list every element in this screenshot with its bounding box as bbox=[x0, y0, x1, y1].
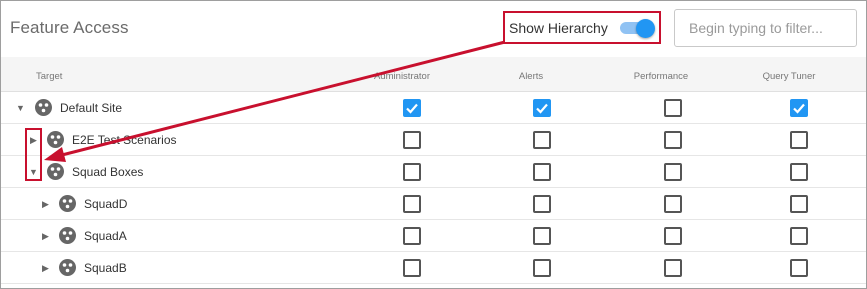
alerts-checkbox[interactable] bbox=[533, 99, 551, 117]
query-tuner-checkbox[interactable] bbox=[790, 131, 808, 149]
performance-checkbox[interactable] bbox=[664, 163, 682, 181]
table-row: ▼ Default Site bbox=[1, 92, 866, 124]
row-label: SquadA bbox=[84, 229, 127, 243]
administrator-checkbox[interactable] bbox=[403, 163, 421, 181]
row-label: E2E Test Scenarios bbox=[72, 133, 177, 147]
query-tuner-checkbox[interactable] bbox=[790, 99, 808, 117]
column-header-administrator[interactable]: Administrator bbox=[374, 71, 430, 82]
performance-checkbox[interactable] bbox=[664, 99, 682, 117]
site-icon bbox=[59, 195, 76, 212]
performance-checkbox[interactable] bbox=[664, 227, 682, 245]
site-icon bbox=[59, 227, 76, 244]
row-label: Squad Boxes bbox=[72, 165, 144, 179]
performance-checkbox[interactable] bbox=[664, 259, 682, 277]
expand-caret-icon[interactable]: ▶ bbox=[42, 199, 52, 209]
show-hierarchy-highlight bbox=[503, 11, 661, 44]
table-row: ▶ E2E Test Scenarios bbox=[1, 124, 866, 156]
expand-caret-icon[interactable]: ▶ bbox=[42, 263, 52, 273]
query-tuner-checkbox[interactable] bbox=[790, 195, 808, 213]
expand-caret-icon[interactable]: ▶ bbox=[42, 231, 52, 241]
performance-checkbox[interactable] bbox=[664, 131, 682, 149]
administrator-checkbox[interactable] bbox=[403, 227, 421, 245]
administrator-checkbox[interactable] bbox=[403, 259, 421, 277]
alerts-checkbox[interactable] bbox=[533, 195, 551, 213]
table-row: ▶ SquadD bbox=[1, 188, 866, 220]
page-title: Feature Access bbox=[10, 18, 129, 37]
table-row: ▼ Squad Boxes bbox=[1, 156, 866, 188]
panel-header: Feature Access Show Hierarchy bbox=[0, 0, 865, 57]
performance-checkbox[interactable] bbox=[664, 195, 682, 213]
expand-caret-icon[interactable]: ▼ bbox=[16, 103, 26, 113]
filter-input[interactable] bbox=[674, 9, 857, 47]
alerts-checkbox[interactable] bbox=[533, 131, 551, 149]
administrator-checkbox[interactable] bbox=[403, 131, 421, 149]
site-icon bbox=[35, 99, 52, 116]
query-tuner-checkbox[interactable] bbox=[790, 163, 808, 181]
administrator-checkbox[interactable] bbox=[403, 99, 421, 117]
alerts-checkbox[interactable] bbox=[533, 227, 551, 245]
alerts-checkbox[interactable] bbox=[533, 259, 551, 277]
table-row: ▶ SquadA bbox=[1, 220, 866, 252]
site-icon bbox=[59, 259, 76, 276]
table-row: ▶ SquadB bbox=[1, 252, 866, 284]
query-tuner-checkbox[interactable] bbox=[790, 227, 808, 245]
row-label: Default Site bbox=[60, 101, 123, 115]
site-icon bbox=[47, 131, 64, 148]
row-label: SquadB bbox=[84, 261, 127, 275]
column-header-query-tuner[interactable]: Query Tuner bbox=[763, 71, 816, 82]
alerts-checkbox[interactable] bbox=[533, 163, 551, 181]
table-header: Target Administrator Alerts Performance … bbox=[1, 57, 866, 92]
site-icon bbox=[47, 163, 64, 180]
column-header-alerts[interactable]: Alerts bbox=[519, 71, 543, 82]
query-tuner-checkbox[interactable] bbox=[790, 259, 808, 277]
caret-highlight-box bbox=[25, 128, 42, 181]
column-header-target[interactable]: Target bbox=[36, 71, 62, 82]
column-header-performance[interactable]: Performance bbox=[634, 71, 688, 82]
administrator-checkbox[interactable] bbox=[403, 195, 421, 213]
row-label: SquadD bbox=[84, 197, 128, 211]
